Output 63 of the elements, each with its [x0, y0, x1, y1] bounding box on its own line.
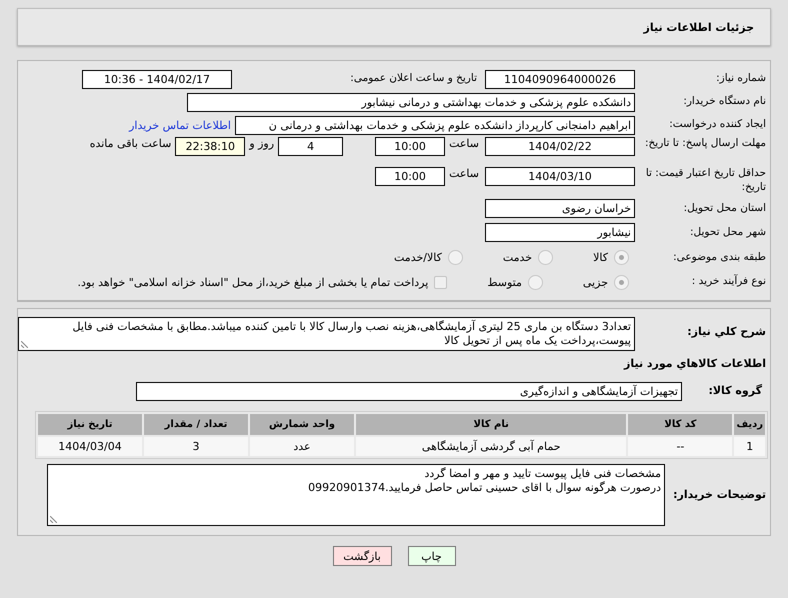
description-box: تعداد3 دستگاه بن ماری 25 لیتری آزمایشگاهی،هزینه نصب وارسال کالا با تامین کننده میباشد.مطابق با مشخصات فنی فایل پیوست،پرداخت یک ماه پس از تحویل کالا [18, 317, 635, 351]
value-field: نیشابور [485, 223, 635, 242]
value-field: تجهیزات آزمایشگاهی و اندازه‌گیری [136, 382, 682, 400]
days-label: روز و [249, 137, 274, 150]
checkbox-label: پرداخت تمام یا بخشی از مبلغ خرید،از محل "اسناد خزانه اسلامی" خواهد بود. [78, 276, 428, 288]
field-label: شرح کلي نياز: [686, 324, 767, 340]
option-label: کالا/خدمت [394, 251, 442, 264]
column-header: نام کالا [356, 414, 626, 435]
back-button[interactable]: بازگشت [332, 546, 392, 566]
time-label: ساعت [449, 167, 479, 180]
time-field: 10:00 [375, 137, 446, 156]
time-label: ساعت [449, 137, 479, 150]
page-title: جزئیات اطلاعات نیاز [644, 20, 754, 34]
print-button[interactable]: چاپ [408, 546, 456, 566]
table-cell: حمام آبی گردشی آزمایشگاهی [356, 437, 626, 456]
field-label: طبقه بندی موضوعی: [672, 250, 767, 264]
option-label: جزیی [582, 276, 608, 288]
field-label: ایجاد کننده درخواست: [668, 118, 767, 132]
remaining-label: ساعت باقی مانده [90, 137, 172, 150]
value-field: دانشکده علوم پزشکی و خدمات بهداشتی و درمانی نیشابور [187, 92, 635, 112]
option-label: خدمت [502, 251, 532, 264]
resize-grip-icon [50, 516, 57, 523]
field-label: حداقل تاریخ اعتبار قیمت: تا تاریخ: [644, 167, 767, 194]
section-title: اطلاعات کالاهاي مورد نياز [622, 356, 767, 372]
radio-button[interactable] [614, 274, 629, 290]
date-field: 1404/02/22 [485, 137, 635, 156]
radio-button[interactable] [448, 250, 463, 265]
field-label: گروه کالا: [707, 384, 763, 398]
days-field: 4 [278, 137, 344, 156]
value-field: خراسان رضوی [485, 199, 635, 218]
field-label: مهلت ارسال پاسخ: تا تاریخ: [644, 137, 767, 151]
field-label: نام دستگاه خریدار: [682, 95, 767, 109]
radio-button[interactable] [614, 250, 629, 265]
option-label: کالا [593, 251, 608, 264]
column-header: کد کالا [628, 414, 732, 435]
date-field: 1404/03/10 [485, 167, 635, 186]
notes-box: مشخصات فنی فایل پیوست تایید و مهر و امضا گردد درصورت هرگونه سوال با اقای حسینی تماس حاصل فرمایید.09920901374 [47, 464, 665, 526]
table-cell: 1 [734, 437, 765, 456]
field-label: توضیحات خریدار: [672, 488, 767, 502]
column-header: ردیف [734, 414, 765, 435]
column-header: تاریخ نیاز [38, 414, 142, 435]
field-label: نوع فرآیند خرید : [690, 275, 767, 289]
field-label: شهر محل تحویل: [689, 226, 767, 240]
contact-link[interactable]: اطلاعات تماس خریدار [129, 118, 231, 132]
value-field: 1404/02/17 - 10:36 [82, 70, 232, 88]
radio-button[interactable] [528, 274, 543, 290]
checkbox[interactable] [434, 276, 448, 288]
resize-grip-icon [21, 341, 28, 348]
table-cell: -- [628, 437, 732, 456]
value-field: ابراهیم دامنجانی کارپرداز دانشکده علوم پزشکی و خدمات بهداشتی و درمانی ن [235, 116, 635, 134]
radio-button[interactable] [538, 250, 554, 265]
table-cell: عدد [250, 437, 354, 456]
option-label: متوسط [487, 276, 522, 288]
field-label: استان محل تحویل: [682, 202, 767, 216]
value-field: 1104090964000026 [485, 70, 635, 88]
field-label: تاریخ و ساعت اعلان عمومی: [349, 72, 478, 86]
time-field: 10:00 [375, 167, 446, 186]
table-cell: 3 [144, 437, 248, 456]
field-label: شماره نیاز: [715, 72, 767, 86]
column-header: واحد شمارش [250, 414, 354, 435]
remaining-time-field: 22:38:10 [175, 137, 246, 156]
column-header: تعداد / مقدار [144, 414, 248, 435]
table-cell: 1404/03/04 [38, 437, 142, 456]
